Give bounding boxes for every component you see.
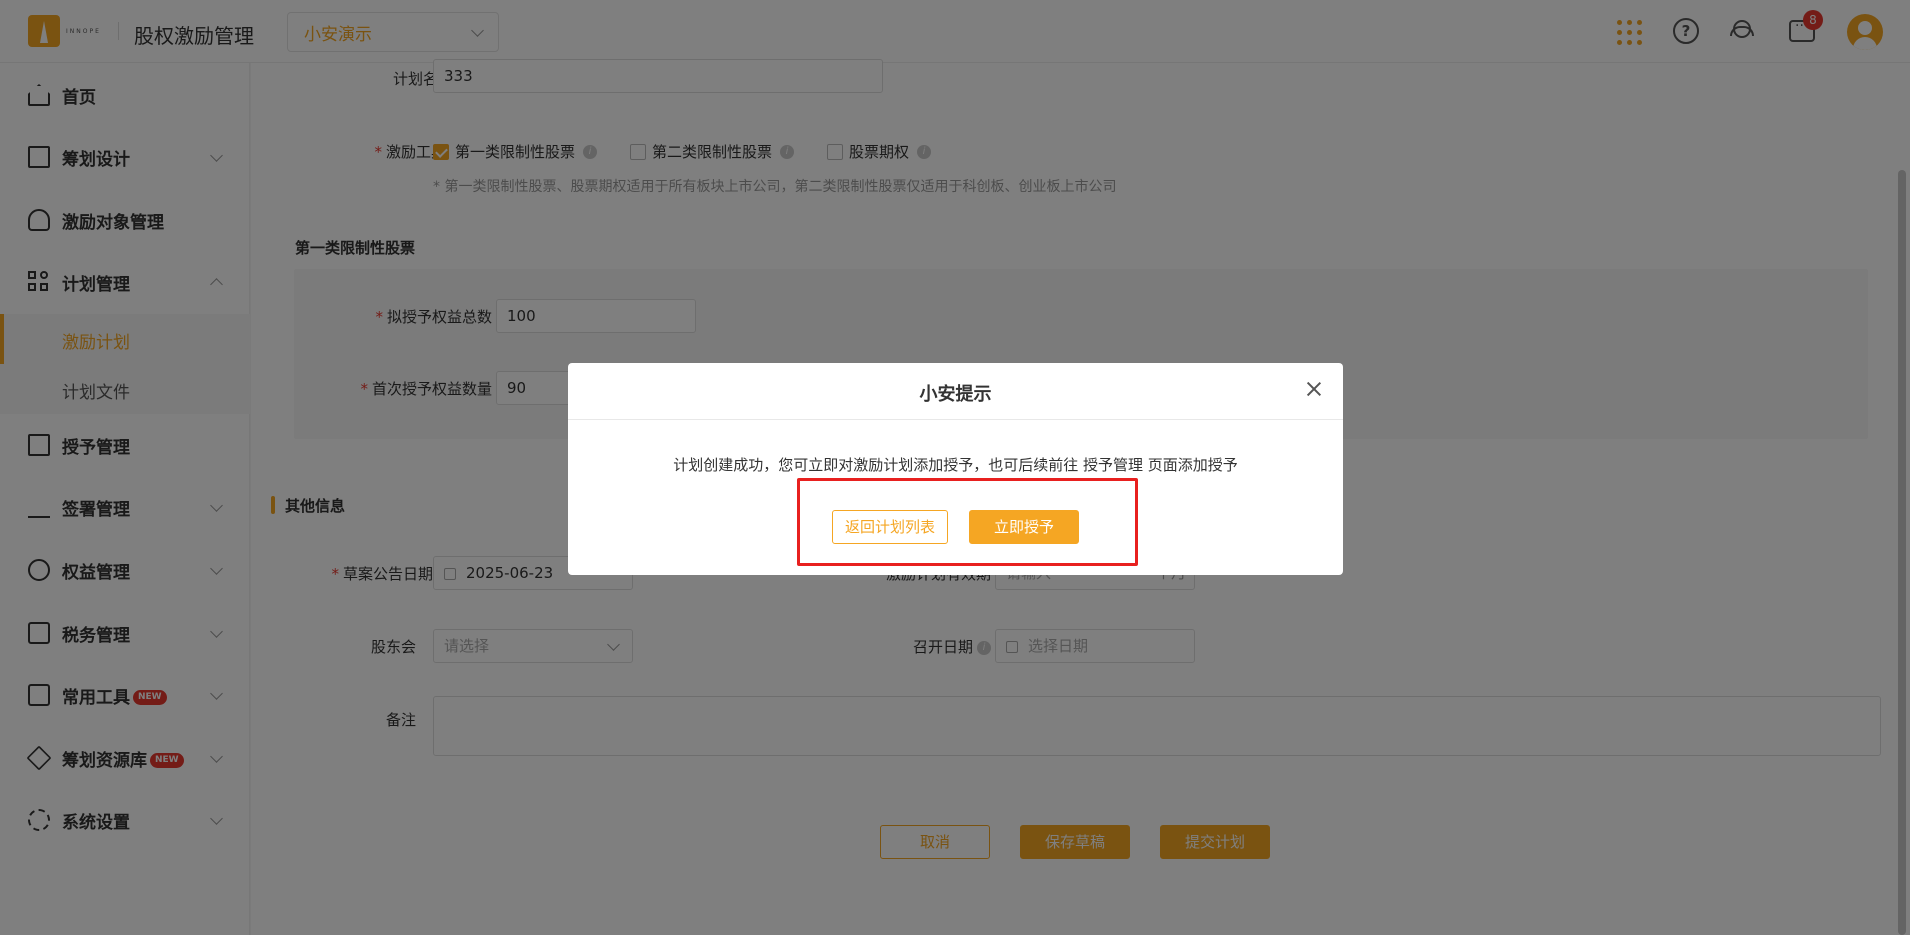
highlight-box bbox=[797, 478, 1138, 566]
dialog-divider bbox=[568, 419, 1343, 420]
dialog-message: 计划创建成功，您可立即对激励计划添加授予，也可后续前往 授予管理 页面添加授予 bbox=[673, 456, 1238, 474]
dialog-title: 小安提示 bbox=[919, 384, 992, 405]
close-icon[interactable] bbox=[1304, 379, 1324, 399]
app: 小安 INNOPE 股权激励管理 小安演示 ? 8 首页 筹划设计 bbox=[0, 0, 1910, 950]
